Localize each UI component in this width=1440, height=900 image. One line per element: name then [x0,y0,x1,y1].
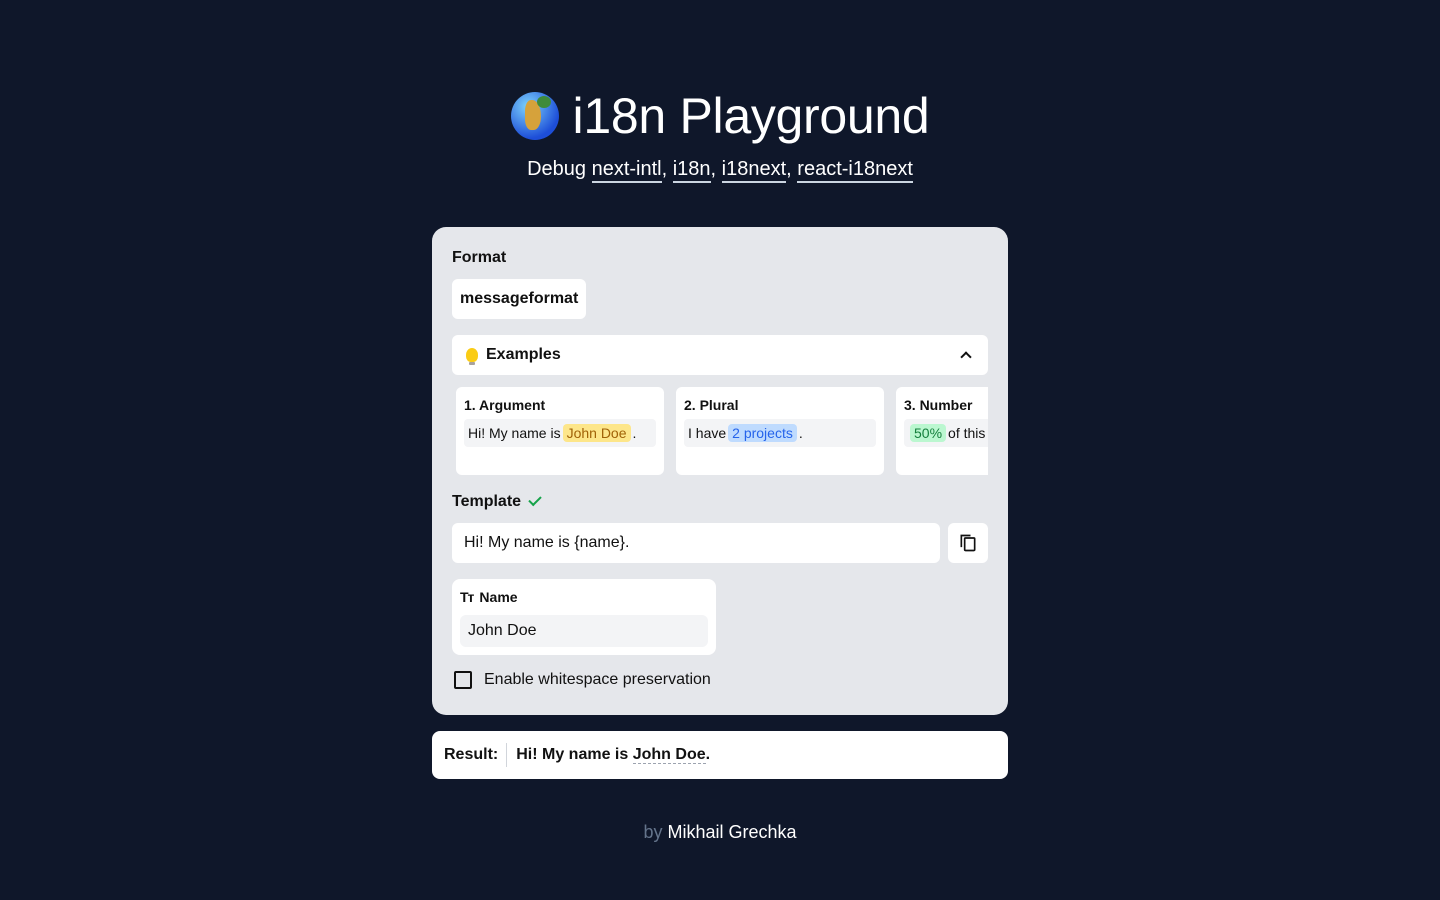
argument-label: Name [479,589,518,605]
examples-label: Examples [486,346,561,363]
lib-link-react-i18next[interactable]: react-i18next [797,158,913,183]
example-card-number[interactable]: 3. Number 50% of this [896,387,988,475]
page-subtitle: Debug next-intl, i18n, i18next, react-i1… [0,158,1440,183]
whitespace-option[interactable]: Enable whitespace preservation [454,671,711,689]
example-title: 3. Number [904,397,973,413]
lib-link-next-intl[interactable]: next-intl [591,158,662,183]
example-preview: Hi! My name is John Doe. [464,419,656,447]
example-title: 2. Plural [684,397,739,413]
format-selector[interactable]: messageformat [452,279,587,319]
footer: by Mikhail Grechka [0,822,1440,843]
playground-card: Format messageformat Examples 1. Argumen… [432,227,1008,715]
lib-link-i18next[interactable]: i18next [721,158,787,183]
separator: , [661,158,673,180]
template-input[interactable] [452,523,940,563]
result-argument-value: John Doe [632,746,706,764]
separator: , [710,158,722,180]
page-title-text: i18n Playground [572,88,930,144]
examples-toggle[interactable]: Examples [452,335,988,375]
argument-card-name: Tт Name [452,579,716,655]
copy-icon [960,534,976,552]
example-highlight: 50% [910,424,947,442]
example-text: . [632,425,637,441]
result-panel: Result: Hi! My name is John Doe. [432,731,1008,779]
example-card-plural[interactable]: 2. Plural I have 2 projects. [676,387,884,475]
chevron-up-icon [960,351,972,363]
example-text: of this [948,425,986,441]
checkmark-icon [528,492,542,507]
globe-icon [510,92,559,140]
result-text: Hi! My name is [516,746,633,763]
copy-button[interactable] [948,523,988,563]
template-label: Template [452,492,542,511]
result-output: Hi! My name is John Doe. [516,746,710,764]
format-label: Format [452,249,507,266]
example-text: Hi! My name is [468,425,561,441]
example-highlight: John Doe [562,424,631,442]
text-type-icon: Tт [460,589,474,605]
page-title: i18n Playground [510,86,930,146]
example-card-argument[interactable]: 1. Argument Hi! My name is John Doe. [456,387,664,475]
result-label: Result: [444,743,508,767]
lightbulb-icon [466,348,478,365]
subtitle-prefix: Debug [527,158,592,180]
name-input[interactable] [460,615,708,647]
author-link[interactable]: Mikhail Grechka [667,822,796,842]
whitespace-label: Enable whitespace preservation [484,671,711,688]
example-preview: 50% of this [904,419,988,447]
example-text: I have [688,425,727,441]
examples-list: 1. Argument Hi! My name is John Doe. 2. … [452,387,988,475]
page-header: i18n Playground Debug next-intl, i18n, i… [0,86,1440,183]
argument-header: Tт Name [460,587,708,607]
footer-by: by [643,822,663,842]
result-text: . [705,746,711,763]
lib-link-i18n[interactable]: i18n [672,158,711,183]
example-title: 1. Argument [464,397,546,413]
example-text: . [798,425,803,441]
whitespace-checkbox[interactable] [454,671,472,689]
template-label-text: Template [452,493,522,510]
example-preview: I have 2 projects. [684,419,876,447]
separator: , [786,158,798,180]
example-highlight: 2 projects [728,424,797,442]
